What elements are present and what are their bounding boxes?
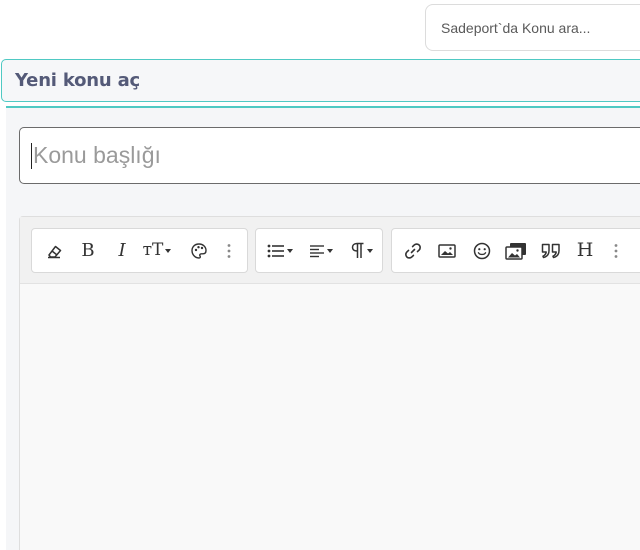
palette-icon [191,242,207,259]
chevron-down-icon [367,248,373,253]
pilcrow-icon [351,242,364,258]
bold-button[interactable]: B [73,229,103,272]
editor-toolbar: B I тT H [20,217,640,284]
toolbar-group-text: B I тT [31,228,248,273]
italic-button[interactable]: I [107,229,137,272]
insert-smilie-button[interactable] [467,229,497,272]
media-gallery-icon [505,242,526,260]
paragraph-format-button[interactable] [343,229,381,272]
insert-link-button[interactable] [398,229,428,272]
insert-quote-button[interactable] [536,229,566,272]
text-color-button[interactable] [184,229,214,272]
more-vertical-icon [227,243,231,258]
link-icon [405,242,421,259]
subject-placeholder: Konu başlığı [33,142,161,168]
align-button[interactable] [302,229,340,272]
text-caret [31,142,32,169]
more-text-options-button[interactable] [215,229,243,272]
smile-icon [473,242,491,259]
search-placeholder: Sadeport`da Konu ara... [441,19,591,36]
chevron-down-icon [165,248,172,253]
more-vertical-icon [614,243,618,258]
text-size-icon: тT [142,240,164,260]
heading-icon: H [576,239,594,261]
align-left-icon [310,244,324,257]
chevron-down-icon [327,248,333,253]
list-button[interactable] [260,229,300,272]
chevron-down-icon [287,248,293,253]
italic-icon: I [118,239,126,261]
page-title-bar: Yeni konu aç [1,59,640,102]
list-icon [267,244,284,257]
rich-text-editor[interactable]: B I тT H [19,216,640,550]
eraser-icon [48,245,62,258]
page-title: Yeni konu aç [15,70,141,91]
toolbar-group-insert: H [391,228,640,273]
heading-button[interactable]: H [570,229,600,272]
bold-icon: B [81,239,95,261]
more-insert-options-button[interactable] [602,229,630,272]
image-icon [438,243,456,258]
insert-image-button[interactable] [432,229,462,272]
subject-input[interactable]: Konu başlığı [19,127,640,184]
remove-format-button[interactable] [39,229,69,272]
search-input[interactable]: Sadeport`da Konu ara... [425,4,640,51]
insert-media-button[interactable] [501,229,531,272]
toolbar-group-paragraph [255,228,383,273]
text-size-button[interactable]: тT [136,229,178,272]
quote-icon [541,243,560,258]
editor-content-area[interactable] [20,284,640,550]
